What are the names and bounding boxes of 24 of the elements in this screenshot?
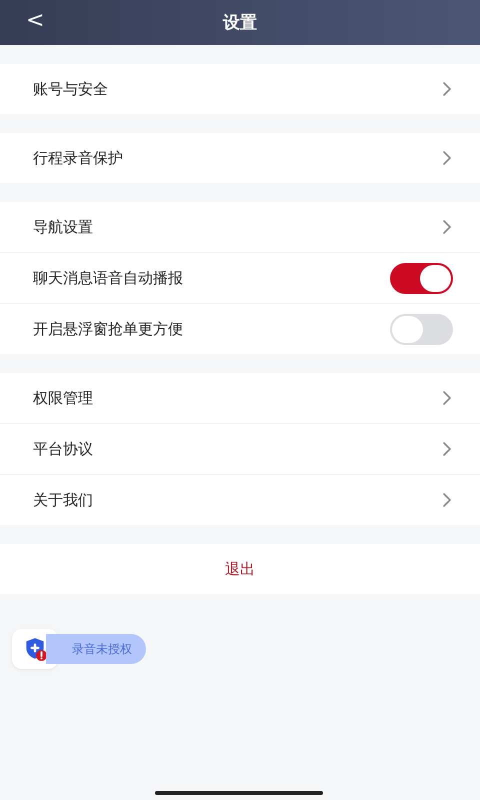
settings-item[interactable]: 关于我们 [0,474,480,525]
item-label: 行程录音保护 [33,148,123,168]
settings-item[interactable]: 行程录音保护 [0,133,480,183]
chevron-right-icon [442,219,452,235]
item-label: 平台协议 [33,440,93,458]
settings-item[interactable]: 权限管理 [0,373,480,423]
settings-item[interactable]: 账号与安全 [0,64,480,114]
page-title: 设置 [223,12,257,34]
item-label: 导航设置 [33,218,93,236]
chevron-right-icon [442,150,452,166]
chevron-right-icon [442,81,452,97]
toggle-switch[interactable] [390,314,453,344]
item-label: 聊天消息语音自动播报 [33,268,183,288]
toggle-switch[interactable] [390,262,453,294]
settings-item[interactable]: 导航设置 [0,202,480,252]
item-label: 账号与安全 [33,80,108,98]
item-label: 权限管理 [33,388,93,408]
item-label: 开启悬浮窗抢单更方便 [33,320,183,338]
back-button[interactable]: < [20,8,50,33]
chevron-right-icon [442,390,452,406]
chevron-right-icon [442,492,452,508]
item-label: 关于我们 [33,490,93,510]
chevron-right-icon [442,441,452,457]
settings-item[interactable]: 平台协议 [0,423,480,474]
